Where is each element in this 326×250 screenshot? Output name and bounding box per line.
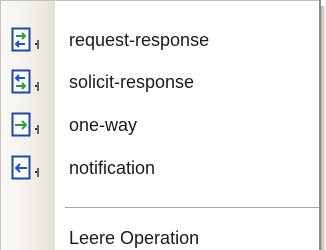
menu-item-empty-operation[interactable]: Leere Operation [1,217,319,250]
request-response-icon [11,27,51,53]
one-way-icon [11,112,51,138]
menu-item-label: one-way [69,115,138,135]
menu-item-request-response[interactable]: request-response [1,19,319,61]
menu-item-label: Leere Operation [69,228,200,248]
context-menu: request-response solicit-response one-wa… [0,0,320,250]
screenshot-frame: request-response solicit-response one-wa… [0,0,326,250]
menu-item-label: notification [69,158,156,178]
menu-item-solicit-response[interactable]: solicit-response [1,61,319,103]
notification-icon [11,155,51,181]
menu-item-notification[interactable]: notification [1,147,319,189]
solicit-response-icon [11,69,51,95]
menu-item-label: solicit-response [69,72,195,92]
menu-item-label: request-response [69,30,210,50]
menu-item-one-way[interactable]: one-way [1,104,319,146]
menu-drop-shadow [321,6,326,250]
menu-separator [65,207,319,208]
